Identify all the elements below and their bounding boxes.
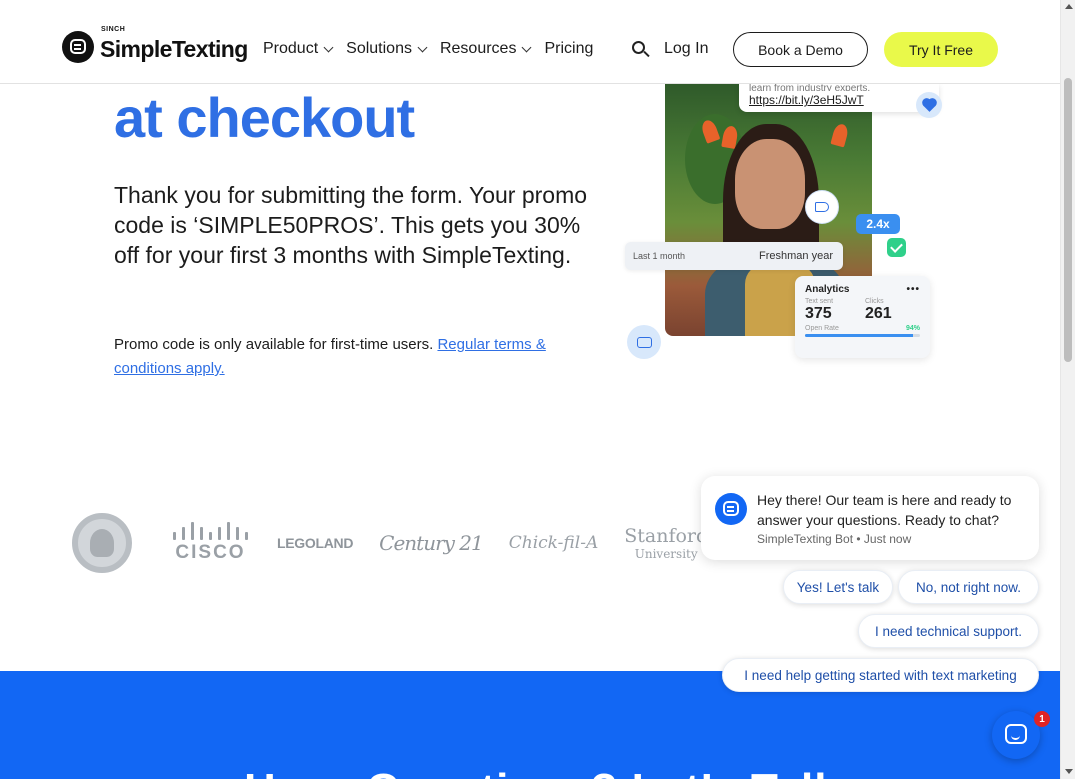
- chat-meta: SimpleTexting Bot • Just now: [757, 532, 912, 546]
- open-rate-label: Open Rate: [805, 325, 839, 332]
- megaphone-icon: [805, 190, 839, 224]
- scroll-thumb[interactable]: [1064, 78, 1072, 362]
- short-link: https://bit.ly/3eH5JwT: [749, 93, 864, 107]
- reply-no-button[interactable]: No, not right now.: [898, 570, 1039, 604]
- sent-label: Text sent: [805, 298, 834, 305]
- hero-body: Thank you for submitting the form. Your …: [114, 182, 588, 268]
- check-icon: [887, 238, 906, 257]
- reply-getting-started-button[interactable]: I need help getting started with text ma…: [722, 658, 1039, 692]
- bot-avatar-icon: [715, 493, 747, 525]
- short-link-card: learn from industry experts. https://bit…: [739, 84, 939, 112]
- analytics-card: Analytics ••• Text sent 375 Clicks 261 O…: [795, 276, 930, 358]
- link-card-text: learn from industry experts.: [749, 84, 871, 91]
- cta-heading: Have Questions? Let’s Talk: [244, 765, 840, 779]
- cisco-logo: CISCO: [170, 522, 251, 564]
- nav-solutions-label: Solutions: [346, 40, 412, 57]
- main-nav: Product Solutions Resources Pricing: [263, 40, 607, 58]
- chevron-down-icon: [417, 42, 428, 52]
- scroll-up-icon[interactable]: [1065, 4, 1073, 9]
- clicks-value: 261: [865, 305, 892, 322]
- hero-title: at checkout: [114, 86, 415, 149]
- chevron-down-icon: [522, 42, 532, 52]
- logo-sinch-text: SINCH: [101, 26, 126, 33]
- analytics-title: Analytics: [805, 284, 850, 295]
- nav-resources-label: Resources: [439, 40, 517, 57]
- open-rate-fill: [805, 334, 914, 337]
- chat-icon: [1005, 724, 1027, 744]
- open-rate-bar: [805, 334, 920, 337]
- nav-product[interactable]: Product: [263, 40, 334, 58]
- multiplier-badge: 2.4x: [856, 214, 900, 234]
- clicks-label: Clicks: [865, 298, 884, 305]
- notification-badge: 1: [1034, 711, 1050, 727]
- period-left: Last 1 month: [633, 251, 686, 261]
- chat-message: Hey there! Our team is here and ready to…: [757, 492, 1012, 528]
- site-header: SINCH SimpleTexting Product Solutions Re…: [0, 0, 1060, 84]
- nav-resources[interactable]: Resources: [439, 40, 532, 58]
- message-icon: [627, 325, 661, 359]
- cisco-logo-text: CISCO: [175, 542, 246, 563]
- reply-support-button[interactable]: I need technical support.: [858, 614, 1039, 648]
- customer-logos: CISCO LEGOLAND Century 21 Chick-fil-A St…: [72, 513, 734, 573]
- stanford-logo-top: Stanford: [624, 524, 709, 547]
- search-icon[interactable]: [632, 41, 650, 58]
- promo-note: Promo code is only available for first-t…: [114, 333, 594, 381]
- nav-pricing[interactable]: Pricing: [544, 40, 593, 58]
- logo-brand-name: SimpleTexting: [100, 36, 248, 62]
- nav-solutions[interactable]: Solutions: [346, 40, 428, 58]
- century21-logo: Century 21: [379, 531, 484, 555]
- stanford-logo: Stanford University: [624, 524, 709, 561]
- try-free-button[interactable]: Try It Free: [884, 32, 998, 67]
- chickfila-logo: Chick-fil-A: [508, 533, 599, 553]
- page-scrollbar[interactable]: [1060, 0, 1075, 779]
- stanford-logo-bottom: University: [634, 546, 698, 561]
- login-link[interactable]: Log In: [664, 40, 708, 58]
- sent-value: 375: [805, 305, 832, 322]
- period-right: Freshman year: [759, 250, 833, 262]
- book-demo-button[interactable]: Book a Demo: [733, 32, 868, 67]
- starbucks-logo: [72, 513, 132, 573]
- reply-yes-button[interactable]: Yes! Let's talk: [783, 570, 893, 604]
- open-rate-value: 94%: [905, 325, 920, 332]
- simpletexting-logo[interactable]: SINCH SimpleTexting: [62, 26, 248, 63]
- promo-note-text: Promo code is only available for first-t…: [114, 336, 434, 353]
- legoland-logo: LEGOLAND: [277, 535, 354, 551]
- nav-product-label: Product: [263, 40, 319, 57]
- nav-pricing-label: Pricing: [544, 40, 594, 57]
- logo-bubble-icon: [62, 30, 94, 63]
- chevron-down-icon: [323, 42, 334, 52]
- scroll-down-icon[interactable]: [1065, 769, 1073, 774]
- chat-launcher-button[interactable]: [992, 711, 1040, 759]
- heart-icon: [916, 92, 942, 118]
- more-icon: •••: [906, 284, 920, 295]
- chat-message-card: Hey there! Our team is here and ready to…: [701, 476, 1039, 560]
- period-card: Last 1 month Freshman year: [625, 242, 843, 270]
